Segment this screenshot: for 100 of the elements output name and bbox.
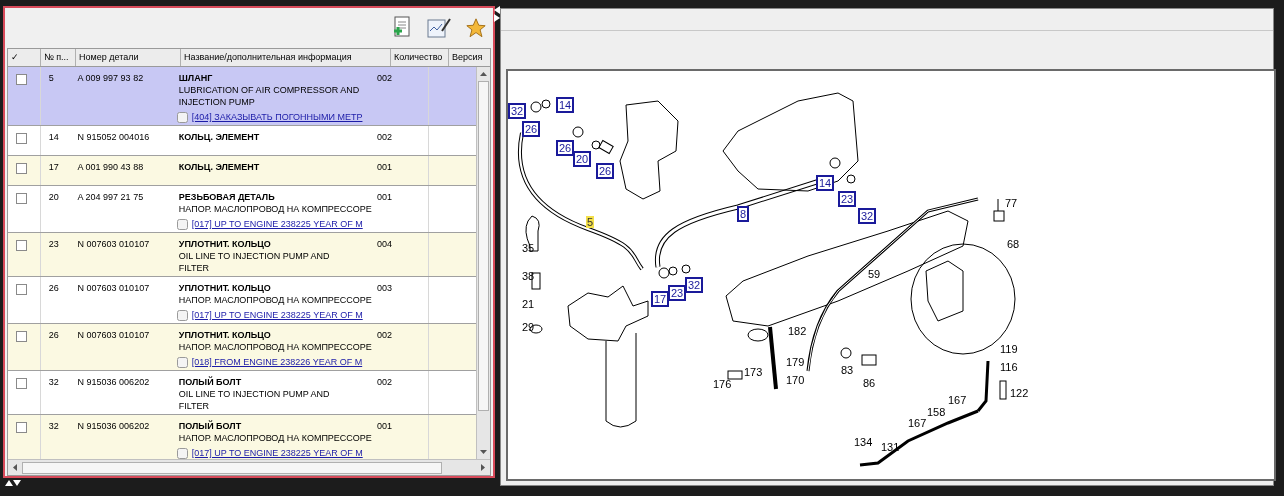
callout-number: 21 xyxy=(522,298,535,310)
part-number: A 001 990 43 88 xyxy=(77,162,144,172)
callout-number: 122 xyxy=(1010,387,1029,399)
table-row[interactable]: 20 A 204 997 21 75 РЕЗЬБОВАЯ ДЕТАЛЬ НАПОР. МАСЛОПРОВОД НА КОМПРЕССОРЕ [017] UP TO ENGINE 238225 YEAR OF M 001 xyxy=(8,186,477,233)
callout-number[interactable]: 32 xyxy=(508,103,527,119)
callout-number: 173 xyxy=(744,366,763,378)
table-row[interactable]: 32 N 915036 006202 ПОЛЫЙ БОЛТ НАПОР. МАСЛОПРОВОД НА КОМПРЕССОРЕ [017] UP TO ENGINE 238225 YEAR OF M 001 xyxy=(8,415,477,459)
callout-number[interactable]: 5 xyxy=(586,216,595,228)
row-checkbox[interactable] xyxy=(16,163,27,174)
vertical-scrollbar[interactable] xyxy=(476,67,490,459)
quantity: 001 xyxy=(377,421,393,431)
callout-number[interactable]: 20 xyxy=(573,151,592,167)
footnote-link[interactable]: [017] UP TO ENGINE 238225 YEAR OF M xyxy=(191,309,363,321)
position-number: 26 xyxy=(48,330,59,340)
callout-number[interactable]: 32 xyxy=(858,208,877,224)
row-checkbox[interactable] xyxy=(16,331,27,342)
part-description: INJECTION PUMP xyxy=(178,96,256,108)
table-row[interactable]: 14 N 915052 004016 КОЛЬЦ. ЭЛЕМЕНТ 002 xyxy=(8,126,477,156)
quantity: 001 xyxy=(377,162,393,172)
footnote-link[interactable]: [017] UP TO ENGINE 238225 YEAR OF M xyxy=(191,218,363,230)
row-checkbox[interactable] xyxy=(16,193,27,204)
footnote-link[interactable]: [017] UP TO ENGINE 238225 YEAR OF M xyxy=(191,447,363,459)
callout-number: 116 xyxy=(1000,361,1018,373)
callout-number[interactable]: 14 xyxy=(816,175,835,191)
document-icon xyxy=(176,447,188,459)
part-name: ШЛАНГ xyxy=(178,72,214,84)
table-row[interactable]: 26 N 007603 010107 УПЛОТНИТ. КОЛЬЦО НАПОР. МАСЛОПРОВОД НА КОМПРЕССОРЕ [018] FROM ENGINE 238226 YEAR OF M 002 xyxy=(8,324,477,371)
footnote-link[interactable]: [018] FROM ENGINE 238226 YEAR OF M xyxy=(191,356,363,368)
part-name: ПОЛЫЙ БОЛТ xyxy=(178,376,243,388)
position-number: 14 xyxy=(48,132,59,142)
part-name: УПЛОТНИТ. КОЛЬЦО xyxy=(178,282,272,294)
callout-number: 179 xyxy=(786,356,805,368)
callout-number[interactable]: 23 xyxy=(668,285,687,301)
position-number: 23 xyxy=(48,239,59,249)
row-checkbox[interactable] xyxy=(16,74,27,85)
down-arrow-icon[interactable] xyxy=(480,450,488,454)
document-icon xyxy=(176,218,188,230)
row-checkbox[interactable] xyxy=(16,422,27,433)
column-header[interactable]: Количество xyxy=(391,49,449,66)
quantity: 004 xyxy=(377,239,393,249)
table-row[interactable]: 23 N 007603 010107 УПЛОТНИТ. КОЛЬЦО OIL LINE TO INJECTION PUMP AND FILTER 004 xyxy=(8,233,477,277)
position-number: 20 xyxy=(48,192,59,202)
callout-number[interactable]: 26 xyxy=(522,121,541,137)
row-checkbox[interactable] xyxy=(16,378,27,389)
callout-number[interactable]: 8 xyxy=(737,206,750,222)
add-document-icon[interactable] xyxy=(391,16,413,40)
part-name: УПЛОТНИТ. КОЛЬЦО xyxy=(178,329,272,341)
callout-number: 167 xyxy=(948,394,967,406)
quantity: 002 xyxy=(377,73,393,83)
column-header[interactable]: Версия xyxy=(449,49,490,66)
callout-number[interactable]: 17 xyxy=(651,291,670,307)
left-arrow-icon[interactable] xyxy=(13,464,17,471)
callout-number: 35 xyxy=(522,242,535,254)
collapse-arrows-icon[interactable] xyxy=(494,6,500,22)
callout-number[interactable]: 32 xyxy=(685,277,704,293)
table-row[interactable]: 26 N 007603 010107 УПЛОТНИТ. КОЛЬЦО НАПОР. МАСЛОПРОВОД НА КОМПРЕССОРЕ [017] UP TO ENGINE 238225 YEAR OF M 003 xyxy=(8,277,477,324)
part-number: A 204 997 21 75 xyxy=(77,192,144,202)
quantity: 002 xyxy=(377,377,393,387)
part-name: УПЛОТНИТ. КОЛЬЦО xyxy=(178,238,272,250)
part-number: N 007603 010107 xyxy=(77,283,150,293)
table-row[interactable]: 5 A 009 997 93 82 ШЛАНГ LUBRICATION OF AIR COMPRESSOR AND INJECTION PUMP [404] ЗАКАЗЫВАТЬ ПОГОННЫМИ МЕТР 002 xyxy=(8,67,477,126)
position-number: 32 xyxy=(48,421,59,431)
table-row[interactable]: 17 A 001 990 43 88 КОЛЬЦ. ЭЛЕМЕНТ 001 xyxy=(8,156,477,186)
callout-number: 68 xyxy=(1007,238,1020,250)
splitter-arrows-icon[interactable] xyxy=(5,480,21,486)
part-description: FILTER xyxy=(178,262,211,274)
position-number: 32 xyxy=(48,377,59,387)
row-checkbox[interactable] xyxy=(16,133,27,144)
callout-number: 29 xyxy=(522,321,535,333)
column-header[interactable]: Название/дополнительная информация xyxy=(181,49,391,66)
part-number: N 915052 004016 xyxy=(77,132,150,142)
quantity: 003 xyxy=(377,283,393,293)
right-arrow-icon[interactable] xyxy=(481,464,485,471)
document-icon xyxy=(176,309,188,321)
table-row[interactable]: 32 N 915036 006202 ПОЛЫЙ БОЛТ OIL LINE TO INJECTION PUMP AND FILTER 002 xyxy=(8,371,477,415)
star-icon[interactable] xyxy=(465,17,487,39)
part-description: НАПОР. МАСЛОПРОВОД НА КОМПРЕССОРЕ xyxy=(178,341,373,353)
part-number: N 915036 006202 xyxy=(77,377,150,387)
callout-number: 86 xyxy=(863,377,876,389)
callout-number[interactable]: 26 xyxy=(596,163,615,179)
row-checkbox[interactable] xyxy=(16,284,27,295)
position-number: 17 xyxy=(48,162,59,172)
callout-number[interactable]: 14 xyxy=(556,97,575,113)
footnote-link[interactable]: [404] ЗАКАЗЫВАТЬ ПОГОННЫМИ МЕТР xyxy=(191,111,363,123)
column-header[interactable]: № п... xyxy=(41,49,76,66)
callout-number[interactable]: 26 xyxy=(556,140,575,156)
column-header[interactable]: ✓ xyxy=(8,49,41,66)
horizontal-scrollbar[interactable] xyxy=(8,459,490,475)
part-number: A 009 997 93 82 xyxy=(77,73,144,83)
callout-number: 59 xyxy=(868,268,881,280)
edit-chart-icon[interactable] xyxy=(427,17,451,39)
document-icon xyxy=(176,356,188,368)
part-name: КОЛЬЦ. ЭЛЕМЕНТ xyxy=(178,161,261,173)
up-arrow-icon[interactable] xyxy=(480,72,488,76)
callout-number: 167 xyxy=(908,417,927,429)
row-checkbox[interactable] xyxy=(16,240,27,251)
part-description: НАПОР. МАСЛОПРОВОД НА КОМПРЕССОРЕ xyxy=(178,203,373,215)
callout-number: 119 xyxy=(1000,343,1018,355)
column-header[interactable]: Номер детали xyxy=(76,49,181,66)
callout-number[interactable]: 23 xyxy=(838,191,857,207)
